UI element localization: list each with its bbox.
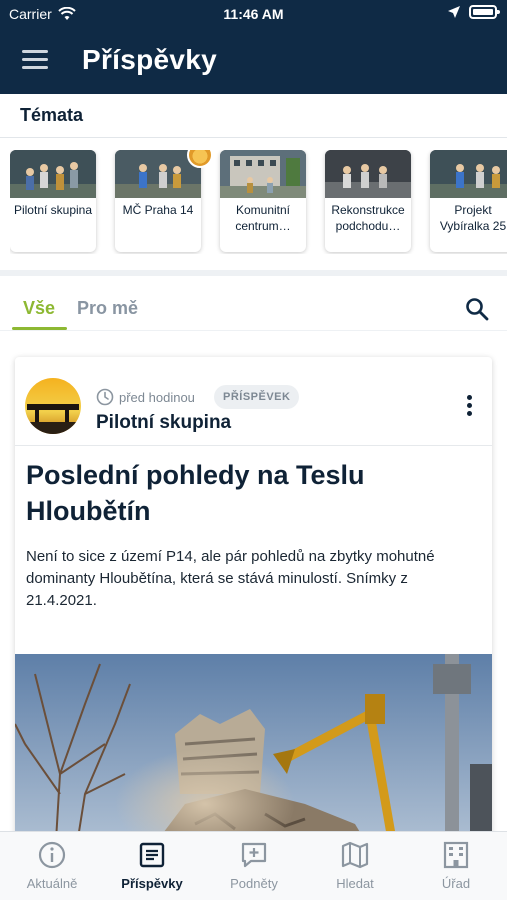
nav-label: Aktuálně bbox=[26, 876, 78, 891]
tab-all[interactable]: Vše bbox=[23, 298, 55, 319]
status-bar: Carrier 11:46 AM bbox=[0, 0, 507, 28]
divider bbox=[15, 445, 492, 446]
divider bbox=[0, 330, 507, 331]
topic-label: Pilotní skupina bbox=[13, 203, 93, 217]
location-arrow-icon bbox=[448, 6, 460, 18]
topic-thumbnail bbox=[10, 150, 96, 198]
topic-card-pilotni-skupina[interactable]: Pilotní skupina bbox=[10, 150, 96, 252]
status-time: 11:46 AM bbox=[223, 6, 284, 22]
topic-label: Projekt Vybíralka 25 bbox=[439, 203, 507, 233]
nav-label: Hledat bbox=[336, 876, 374, 891]
clock-icon bbox=[96, 388, 114, 406]
nav-item-podnety[interactable]: Podněty bbox=[204, 840, 304, 891]
topic-card-rekonstrukce-podchodu[interactable]: Rekonstrukce podchodu… bbox=[325, 150, 411, 252]
menu-button[interactable] bbox=[22, 50, 48, 70]
avatar bbox=[25, 378, 81, 434]
nav-label: Příspěvky bbox=[121, 876, 183, 891]
nav-item-aktualne[interactable]: Aktuálně bbox=[2, 840, 102, 891]
nav-item-prispevky[interactable]: Příspěvky bbox=[102, 840, 202, 891]
divider bbox=[0, 137, 507, 138]
topics-carousel[interactable]: Pilotní skupina MČ Praha 14 Komunitní ce… bbox=[10, 150, 507, 254]
post-time: před hodinou bbox=[119, 390, 195, 405]
section-divider bbox=[0, 270, 507, 276]
post-card[interactable]: před hodinou PŘÍSPĚVEK Pilotní skupina P… bbox=[15, 357, 492, 857]
topic-thumbnail bbox=[325, 150, 411, 198]
map-icon bbox=[341, 841, 369, 869]
nav-item-urad[interactable]: Úřad bbox=[406, 840, 506, 891]
battery-icon bbox=[469, 5, 500, 19]
more-options-icon[interactable] bbox=[462, 395, 476, 421]
topic-card-projekt-vybiralka[interactable]: Projekt Vybíralka 25 bbox=[430, 150, 507, 252]
topic-thumbnail bbox=[220, 150, 306, 198]
topic-card-komunitni-centrum[interactable]: Komunitní centrum… bbox=[220, 150, 306, 252]
post-author[interactable]: Pilotní skupina bbox=[96, 412, 231, 434]
building-icon bbox=[443, 841, 469, 869]
info-icon bbox=[38, 841, 66, 869]
search-icon bbox=[466, 298, 489, 321]
nav-label: Podněty bbox=[230, 876, 278, 891]
add-suggestion-icon bbox=[241, 842, 267, 868]
post-type-badge: PŘÍSPĚVEK bbox=[214, 385, 300, 409]
tab-for-me[interactable]: Pro mě bbox=[77, 298, 138, 319]
nav-label: Úřad bbox=[441, 876, 471, 891]
search-button[interactable] bbox=[464, 296, 490, 322]
nav-item-hledat[interactable]: Hledat bbox=[305, 840, 405, 891]
app-header: Carrier 11:46 AM Příspěvky bbox=[0, 0, 507, 94]
topic-card-mc-praha-14[interactable]: MČ Praha 14 bbox=[115, 150, 213, 252]
topic-label: MČ Praha 14 bbox=[122, 203, 194, 217]
post-image[interactable] bbox=[15, 654, 492, 857]
topics-heading: Témata bbox=[20, 105, 84, 125]
post-text: Není to sice z území P14, ale pár pohled… bbox=[26, 548, 435, 609]
page-title: Příspěvky bbox=[82, 44, 218, 75]
topic-thumbnail bbox=[430, 150, 507, 198]
post-title: Poslední pohledy na Teslu Hloubětín bbox=[26, 460, 365, 526]
bottom-navigation: Aktuálně Příspěvky Podněty Hledat Úřad bbox=[0, 831, 507, 900]
topic-label: Rekonstrukce podchodu… bbox=[331, 203, 405, 233]
topic-label: Komunitní centrum… bbox=[235, 203, 291, 233]
article-icon bbox=[139, 842, 165, 868]
